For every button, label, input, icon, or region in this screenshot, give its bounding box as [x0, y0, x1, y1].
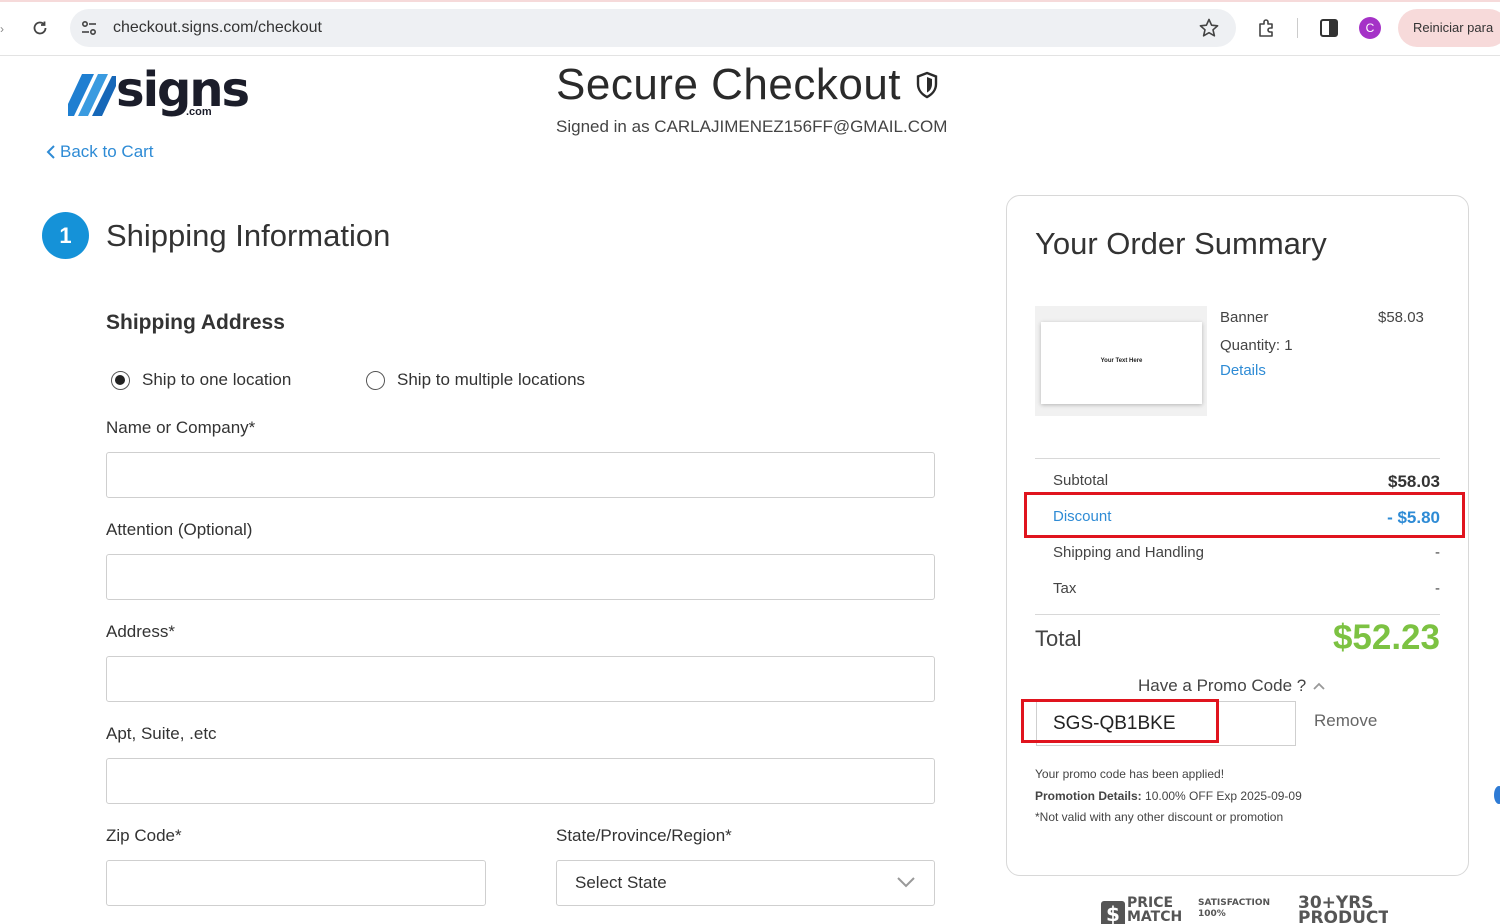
state-select[interactable]: Select State — [556, 860, 935, 906]
item-quantity: Quantity: 1 — [1220, 337, 1293, 354]
trust-badges: $ PRICE MATCH SATISFACTION 100% 30+YRS P… — [1098, 893, 1388, 924]
state-field-label: State/Province/Region* — [556, 826, 732, 845]
satisfaction-text: SATISFACTION 100% — [1198, 898, 1271, 919]
price-match-text: PRICE MATCH — [1127, 895, 1183, 924]
address-bar[interactable]: checkout.signs.com/checkout — [70, 9, 1236, 47]
promotion-details-value: 10.00% OFF Exp 2025-09-09 — [1141, 789, 1302, 803]
shipping-handling-label: Shipping and Handling — [1053, 544, 1204, 561]
item-price: $58.03 — [1378, 309, 1424, 326]
discount-value: - $5.80 — [1387, 508, 1440, 527]
promotion-details-label: Promotion Details: — [1035, 789, 1142, 803]
step-number-badge: 1 — [42, 212, 89, 259]
state-select-value: Select State — [575, 873, 667, 892]
signs-logo[interactable]: signs .com — [68, 62, 250, 122]
shipping-handling-value: - — [1435, 544, 1440, 561]
extensions-puzzle-icon[interactable] — [1256, 17, 1278, 39]
svg-text:$: $ — [1106, 902, 1120, 924]
address-field-label: Address* — [106, 622, 175, 641]
address-input[interactable] — [106, 656, 935, 702]
item-name: Banner — [1220, 309, 1269, 326]
attention-field-label: Attention (Optional) — [106, 520, 253, 539]
tax-value: - — [1435, 580, 1440, 597]
ship-to-one-location-label: Ship to one location — [142, 370, 292, 389]
reload-icon[interactable] — [28, 16, 52, 40]
shield-icon — [916, 71, 938, 99]
page-title: Secure Checkout — [556, 60, 939, 110]
ship-to-one-location-radio[interactable]: Ship to one location — [111, 370, 291, 390]
dollar-badge-icon: $ — [1101, 901, 1125, 924]
tab-strip-edge — [0, 0, 1500, 2]
apt-field-label: Apt, Suite, .etc — [106, 724, 217, 743]
radio-selected-icon[interactable] — [111, 370, 130, 390]
ship-to-multiple-locations-radio[interactable]: Ship to multiple locations — [366, 370, 585, 390]
side-panel-icon[interactable] — [1318, 18, 1340, 38]
radio-unselected-icon[interactable] — [366, 370, 385, 390]
promotion-details: Promotion Details: 10.00% OFF Exp 2025-0… — [1035, 789, 1302, 803]
subtotal-label: Subtotal — [1053, 472, 1109, 489]
url-text[interactable]: checkout.signs.com/checkout — [113, 19, 322, 37]
banner-preview: Your Text Here — [1041, 322, 1202, 404]
browser-toolbar: › checkout.signs.com/checkout C Reinicia… — [0, 0, 1500, 56]
chevron-up-icon — [1313, 682, 1325, 690]
back-to-cart-label: Back to Cart — [60, 142, 154, 161]
item-details-link[interactable]: Details — [1220, 362, 1266, 379]
apt-suite-input[interactable] — [106, 758, 935, 804]
page-title-text: Secure Checkout — [556, 60, 902, 109]
years-production-text: 30+YRS PRODUCTION — [1298, 893, 1388, 924]
product-thumbnail[interactable]: Your Text Here — [1035, 306, 1207, 416]
name-or-company-input[interactable] — [106, 452, 935, 498]
logo-domain: .com — [186, 106, 212, 118]
promo-applied-message: Your promo code has been applied! — [1035, 767, 1225, 781]
signed-in-email: Signed in as CARLAJIMENEZ156FF@GMAIL.COM — [556, 117, 948, 136]
toolbar-divider — [1297, 18, 1298, 38]
subtotal-value: $58.03 — [1388, 472, 1440, 491]
total-label: Total — [1035, 626, 1082, 651]
name-field-label: Name or Company* — [106, 418, 256, 437]
logo-stripes-icon — [68, 74, 116, 116]
profile-avatar[interactable]: C — [1359, 17, 1381, 39]
site-settings-icon[interactable] — [80, 19, 98, 37]
promo-code-toggle-label: Have a Promo Code ? — [1138, 676, 1307, 695]
restart-button[interactable]: Reiniciar para — [1398, 9, 1500, 47]
chat-widget-edge[interactable] — [1494, 786, 1500, 804]
tax-label: Tax — [1053, 580, 1077, 597]
total-value: $52.23 — [1332, 618, 1440, 657]
shipping-address-heading: Shipping Address — [106, 311, 285, 334]
promo-disclaimer: *Not valid with any other discount or pr… — [1035, 810, 1284, 824]
discount-label: Discount — [1053, 508, 1112, 525]
promo-code-toggle[interactable]: Have a Promo Code ? — [1138, 676, 1326, 696]
order-summary-title: Your Order Summary — [1035, 226, 1327, 261]
shipping-section-title: Shipping Information — [106, 218, 391, 253]
zip-code-input[interactable] — [106, 860, 486, 906]
logo-wordmark: signs — [116, 62, 250, 118]
total-divider — [1035, 614, 1440, 615]
zip-field-label: Zip Code* — [106, 826, 182, 845]
promo-code-highlight-box — [1021, 699, 1219, 743]
back-arrow-icon[interactable]: › — [0, 22, 4, 36]
summary-divider — [1035, 458, 1440, 459]
back-to-cart-link[interactable]: Back to Cart — [46, 142, 154, 162]
chevron-down-icon — [897, 877, 915, 888]
ship-to-multiple-locations-label: Ship to multiple locations — [397, 370, 586, 389]
attention-input[interactable] — [106, 554, 935, 600]
chevron-left-icon — [46, 145, 55, 159]
bookmark-star-icon[interactable] — [1198, 17, 1220, 39]
remove-promo-button[interactable]: Remove — [1314, 711, 1377, 731]
